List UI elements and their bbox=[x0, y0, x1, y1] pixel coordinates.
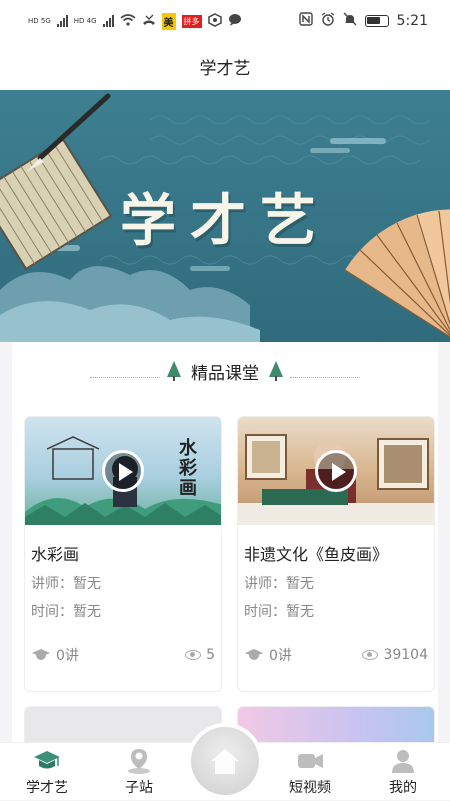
graduation-cap-icon bbox=[244, 648, 264, 662]
status-bar: HD 5G HD 4G 美 拼多 5:21 bbox=[0, 0, 450, 42]
course-card[interactable]: 非遗文化《鱼皮画》 讲师：暂无 时间：暂无 0讲 39104 bbox=[237, 416, 435, 692]
course-time: 时间：暂无 bbox=[31, 604, 101, 620]
view-count-value: 39104 bbox=[383, 647, 428, 663]
thumbnail-caption: 水彩画 bbox=[179, 438, 197, 499]
banner-title: 学才艺 bbox=[120, 188, 330, 254]
course-teacher: 讲师：暂无 bbox=[244, 576, 314, 592]
alarm-icon bbox=[321, 12, 335, 30]
lecture-count: 0讲 bbox=[31, 645, 79, 665]
view-count: 39104 bbox=[362, 645, 428, 665]
course-card-partial[interactable] bbox=[24, 706, 222, 742]
course-title: 非遗文化《鱼皮画》 bbox=[244, 545, 389, 564]
lecture-count-value: 0讲 bbox=[269, 648, 292, 664]
pinduoduo-app-icon: 拼多 bbox=[181, 14, 202, 28]
tab-mine[interactable]: 我的 bbox=[368, 743, 438, 801]
location-person-icon bbox=[125, 747, 153, 775]
course-title: 水彩画 bbox=[31, 545, 80, 564]
missed-call-icon bbox=[142, 14, 156, 29]
lecture-count: 0讲 bbox=[244, 645, 292, 665]
tab-label: 短视频 bbox=[289, 780, 331, 796]
lecture-count-value: 0讲 bbox=[56, 648, 79, 664]
status-left: HD 5G HD 4G 美 拼多 bbox=[28, 12, 242, 30]
page-title: 学才艺 bbox=[199, 58, 251, 79]
course-thumbnail[interactable] bbox=[238, 707, 434, 742]
battery-icon bbox=[364, 15, 389, 27]
course-thumbnail[interactable] bbox=[25, 707, 221, 742]
status-time: 5:21 bbox=[396, 13, 428, 29]
tab-xuecaiyi[interactable]: 学才艺 bbox=[12, 743, 82, 801]
view-count-value: 5 bbox=[206, 647, 215, 663]
tree-icon bbox=[167, 361, 181, 381]
video-camera-icon bbox=[296, 747, 324, 775]
app-header: 学才艺 bbox=[0, 42, 450, 90]
tab-label: 子站 bbox=[125, 780, 153, 796]
tab-label: 学才艺 bbox=[26, 780, 68, 796]
play-icon[interactable] bbox=[315, 450, 357, 492]
tree-icon bbox=[269, 361, 283, 381]
message-icon bbox=[228, 13, 242, 29]
meituan-app-icon: 美 bbox=[161, 12, 176, 30]
course-thumbnail[interactable]: 水彩画 bbox=[25, 417, 221, 525]
section-header: 精品课堂 bbox=[12, 342, 438, 400]
mute-icon bbox=[343, 12, 357, 30]
section-decor-left bbox=[90, 377, 160, 378]
course-thumbnail[interactable] bbox=[238, 417, 434, 525]
graduation-cap-icon bbox=[33, 747, 61, 775]
home-center-button[interactable] bbox=[191, 727, 259, 795]
course-time: 时间：暂无 bbox=[244, 604, 314, 620]
nfc-icon bbox=[298, 12, 313, 30]
status-right: 5:21 bbox=[298, 12, 428, 30]
tab-label: 我的 bbox=[389, 780, 417, 796]
course-teacher: 讲师：暂无 bbox=[31, 576, 101, 592]
network-label-2: HD 4G bbox=[73, 17, 97, 25]
graduation-cap-icon bbox=[31, 648, 51, 662]
section-title: 精品课堂 bbox=[191, 363, 259, 384]
hero-banner[interactable]: 学才艺 bbox=[0, 90, 450, 342]
signal-icon bbox=[56, 15, 68, 27]
signal-icon-2 bbox=[102, 15, 114, 27]
section-decor-right bbox=[290, 377, 360, 378]
user-icon bbox=[389, 747, 417, 775]
course-card[interactable]: 水彩画 水彩画 讲师：暂无 时间：暂无 0讲 5 bbox=[24, 416, 222, 692]
tab-substation[interactable]: 子站 bbox=[104, 743, 174, 801]
eye-icon bbox=[362, 650, 379, 660]
tab-short-video[interactable]: 短视频 bbox=[275, 743, 345, 801]
app-hex-icon bbox=[207, 12, 222, 30]
home-icon bbox=[210, 747, 240, 775]
view-count: 5 bbox=[185, 645, 215, 665]
course-card-partial[interactable] bbox=[237, 706, 435, 742]
play-icon[interactable] bbox=[102, 450, 144, 492]
eye-icon bbox=[185, 650, 202, 660]
network-label-1: HD 5G bbox=[28, 17, 51, 25]
main-content: 精品课堂 水彩画 水彩画 讲师：暂无 时间：暂无 0讲 5 非遗文化《鱼皮画》 … bbox=[12, 342, 438, 742]
wifi-icon bbox=[120, 13, 136, 29]
course-stats: 0讲 39104 bbox=[244, 645, 428, 665]
course-stats: 0讲 5 bbox=[31, 645, 215, 665]
